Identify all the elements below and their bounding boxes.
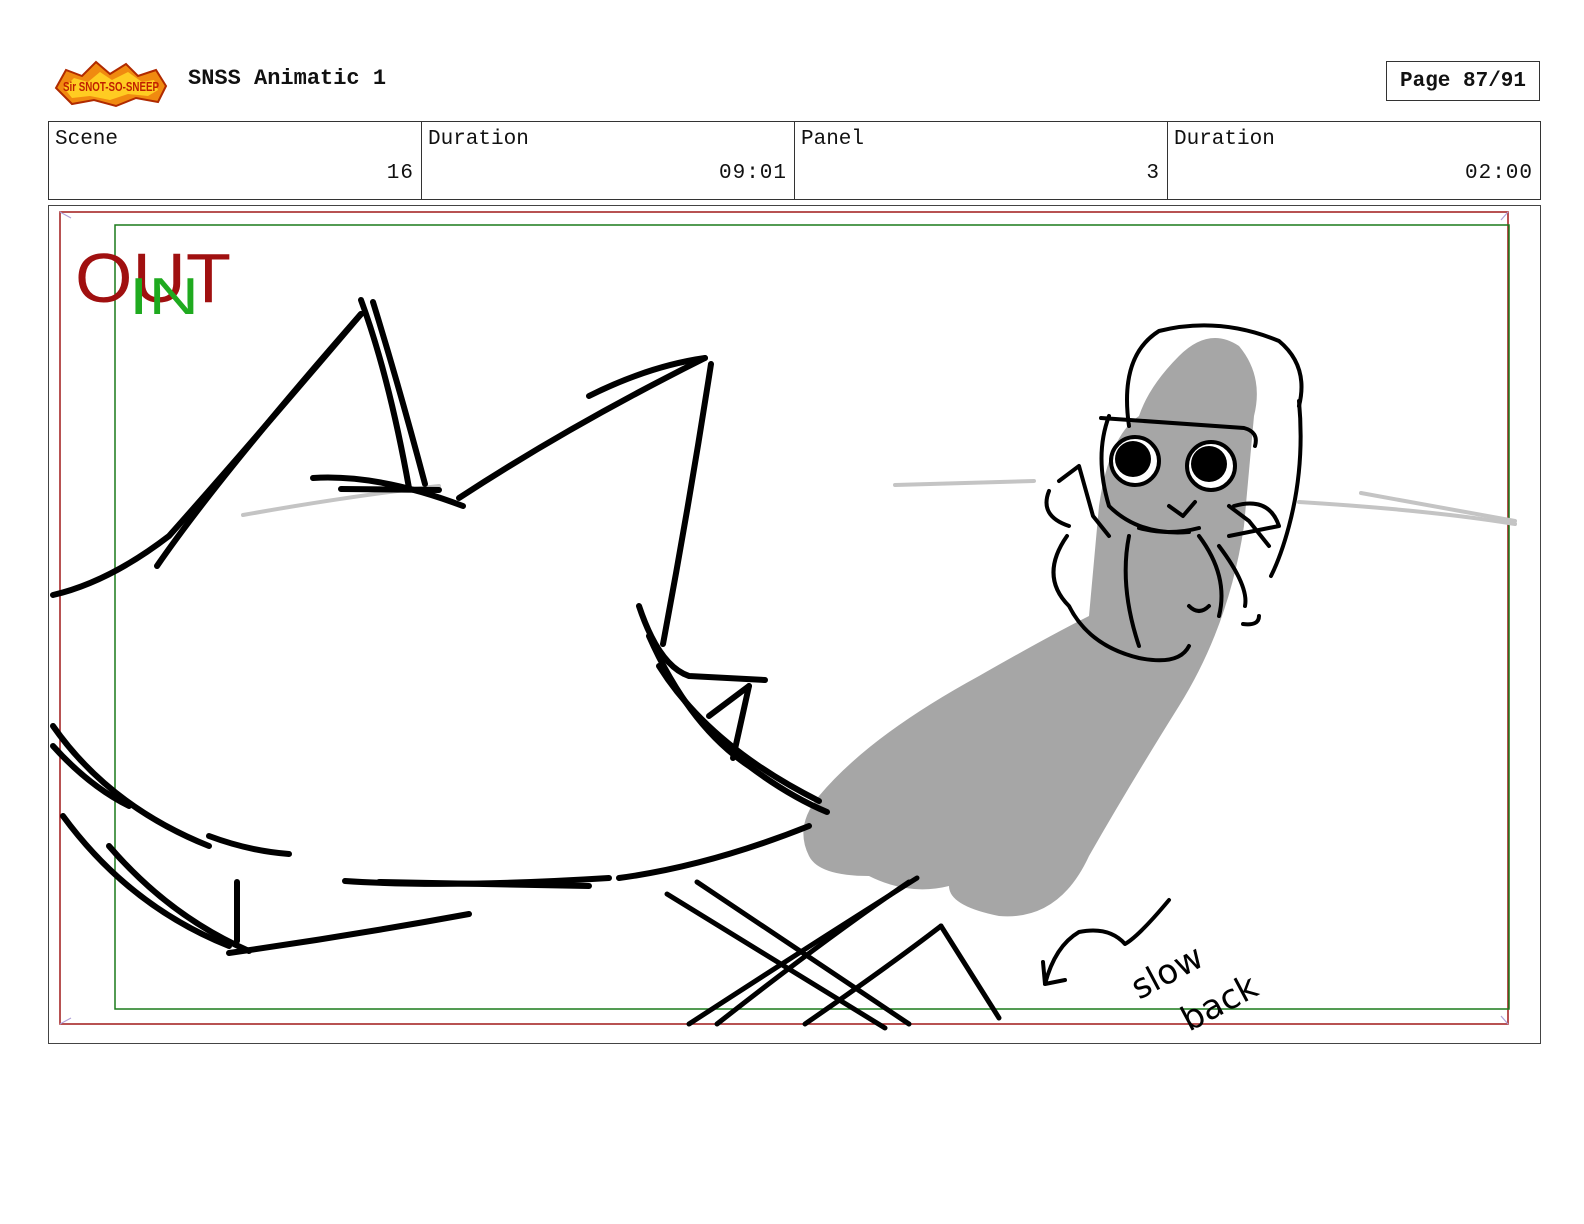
panel-drawing: OUT IN slow back (50, 211, 1517, 1040)
foreground-lines (664, 875, 1002, 1031)
out-frame (59, 211, 1509, 1025)
panel-label: Panel (801, 128, 865, 151)
page-indicator: Page 87/91 (1386, 61, 1540, 101)
character-right-pupil (1191, 446, 1227, 482)
panel-duration-label: Duration (1174, 128, 1275, 151)
in-frame-label: IN (129, 268, 199, 326)
logo-text: Sir SNOT-SO-SNEEP (63, 79, 159, 94)
show-logo: Sir SNOT-SO-SNEEP (54, 60, 168, 108)
storyboard-panel: OUT IN slow back (48, 205, 1541, 1044)
scene-duration-value: 09:01 (718, 162, 787, 185)
frame-corner-marks (59, 211, 1509, 1025)
scene-info-table: Scene 16 Duration 09:01 Panel 3 Duration… (48, 121, 1541, 200)
panel-duration-value: 02:00 (1464, 162, 1533, 185)
panel-number: 3 (1146, 162, 1160, 185)
panel-duration-cell: Duration 02:00 (1168, 122, 1540, 199)
panel-cell: Panel 3 (795, 122, 1168, 199)
scene-duration-label: Duration (428, 128, 529, 151)
scene-number: 16 (386, 162, 414, 185)
scene-cell: Scene 16 (49, 122, 422, 199)
scene-label: Scene (55, 128, 119, 151)
scene-duration-cell: Duration 09:01 (422, 122, 795, 199)
in-frame (114, 224, 1510, 1010)
document-title: SNSS Animatic 1 (188, 66, 387, 91)
creature-linework (50, 297, 830, 956)
character-left-pupil (1115, 441, 1151, 477)
